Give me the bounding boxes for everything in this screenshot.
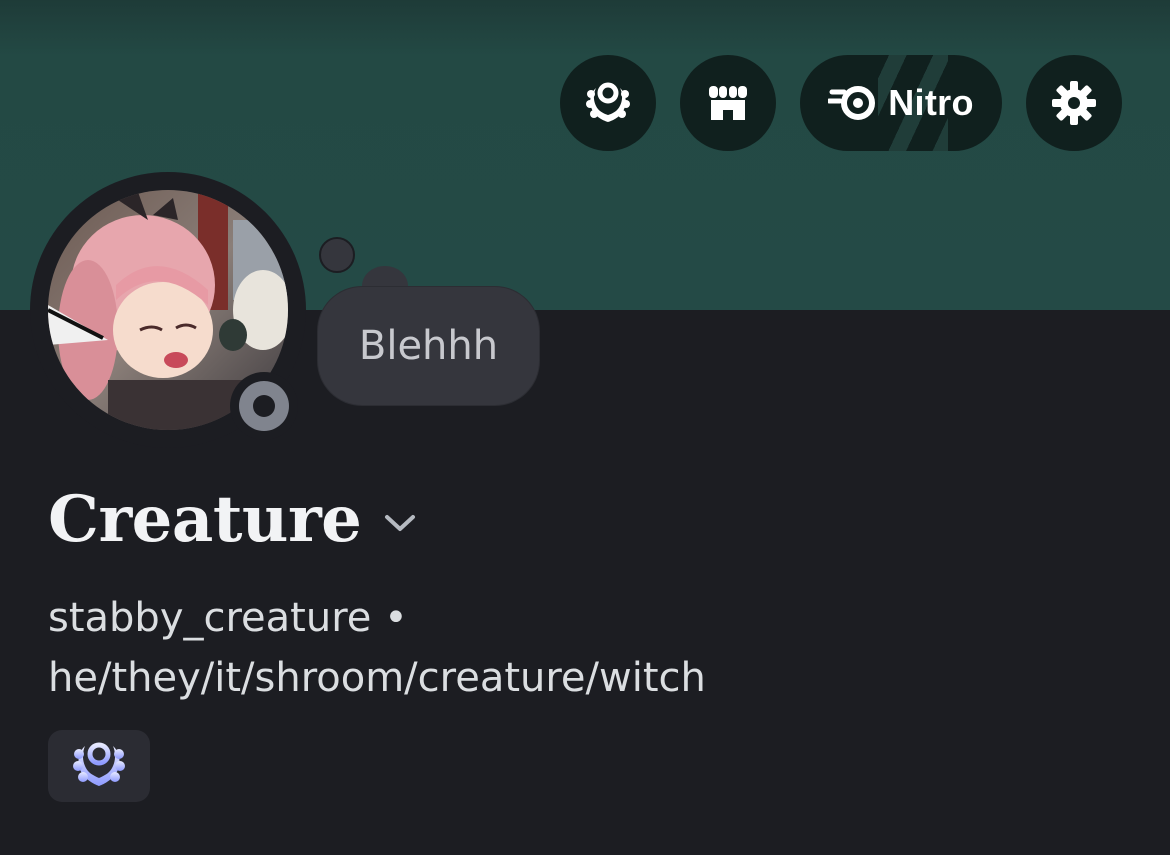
profile-meta: stabby_creature • he/they/it/shroom/crea… (48, 588, 1128, 708)
chevron-down-icon[interactable] (383, 512, 417, 538)
thought-bubble-dot-small (319, 237, 355, 273)
pronouns: he/they/it/shroom/creature/witch (48, 655, 706, 701)
shop-button[interactable] (680, 55, 776, 151)
avatar-ring[interactable] (30, 172, 306, 448)
nitro-button[interactable]: Nitro (800, 55, 1002, 151)
nitro-label: Nitro (888, 82, 974, 123)
username-line: stabby_creature • (48, 588, 1128, 648)
custom-status-text: Blehhh (358, 323, 499, 369)
display-name-row[interactable]: Creature (48, 482, 417, 557)
gear-icon (1050, 79, 1098, 127)
quests-button[interactable] (560, 55, 656, 151)
profile-page: Nitro Blehhh Creature stabby_creature • … (0, 0, 1170, 855)
username[interactable]: stabby_creature (48, 595, 371, 641)
top-actions: Nitro (560, 55, 1122, 151)
nitro-icon (828, 84, 878, 122)
profile-badge[interactable] (48, 730, 150, 802)
custom-status-bubble[interactable]: Blehhh (318, 287, 539, 405)
display-name: Creature (48, 482, 362, 557)
status-dot (239, 381, 289, 431)
laurel-wreath-badge-icon (70, 736, 128, 796)
separator-dot: • (384, 595, 408, 641)
status-indicator (230, 372, 298, 440)
shop-icon (705, 80, 751, 126)
settings-button[interactable] (1026, 55, 1122, 151)
laurel-wreath-icon (583, 78, 633, 128)
